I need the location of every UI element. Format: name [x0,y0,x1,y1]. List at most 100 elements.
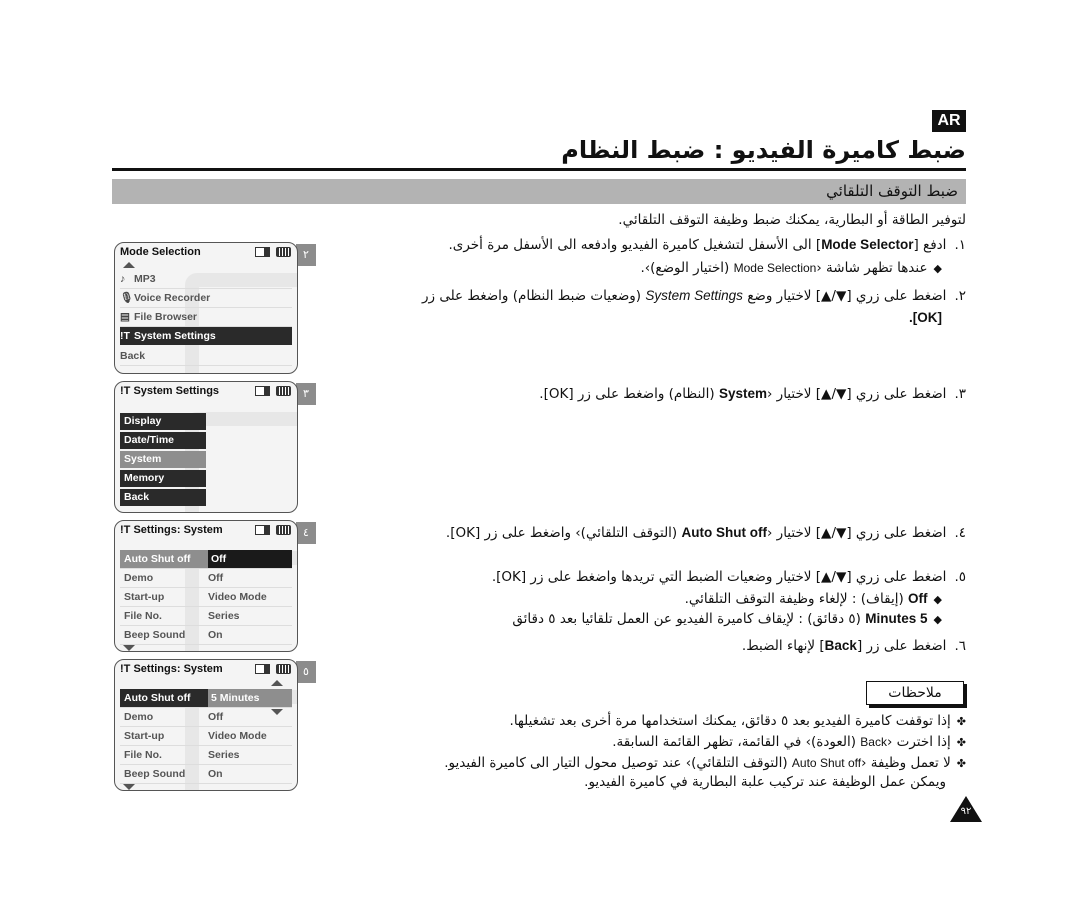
menu-item-voice-recorder[interactable]: 🎙Voice Recorder [120,289,292,308]
step-5-option-off: ◆ Off (إيقاف) : لإلغاء وظيفة التوقف التلق… [685,590,942,609]
note-text: (العودة)› في القائمة، تظهر القائمة الساب… [612,734,861,750]
settings-tools-icon: ǃT [120,330,130,342]
sub-text: (اختيار الوضع)›. [640,260,734,276]
battery-icon [276,247,291,257]
page-number: ٩٢ [960,806,972,817]
menu-item-label: System Settings [134,330,216,342]
note-3-line2: ويمكن عمل الوظيفة عند تركيب علبة البطاري… [584,774,946,790]
scroll-up-icon[interactable] [123,262,135,268]
memory-card-icon [255,386,270,396]
step-text: اضغط على زري [▼/▲] لاختيار وضع [742,288,947,304]
setting-label: Demo [124,711,154,723]
screen-title: ǃT Settings: System [120,663,223,675]
clover-bullet-icon: ✤ [956,757,966,770]
menu-item-date-time[interactable]: Date/Time [120,432,206,449]
step-italic: System Settings [645,288,743,303]
option-text: (إيقاف) : لإلغاء وظيفة التوقف التلقائي. [684,591,909,607]
option-name: Off [908,591,928,606]
setting-row-auto-shut-off[interactable]: Auto Shut off Off [120,550,292,569]
setting-label: File No. [124,749,162,761]
note-text: إذا اخترت ‹ [886,734,951,750]
step-bold: System [718,386,767,401]
screen-settings-system-off: ǃT Settings: System Auto Shut off Off Dem… [114,520,298,652]
clover-bullet-icon: ✤ [956,736,966,749]
menu-item-back[interactable]: Back [120,489,206,506]
menu-item-system-settings[interactable]: ǃT System Settings [120,327,292,345]
setting-value: Off [208,711,224,723]
setting-label: Auto Shut off [124,692,191,704]
menu-item-file-browser[interactable]: ▤ File Browser [120,308,292,327]
file-icon: ▤ [120,311,130,323]
notes-heading: ملاحظات [866,681,964,705]
setting-value: Video Mode [208,730,267,742]
setting-row-demo[interactable]: Demo Off [120,708,292,727]
microphone-icon: 🎙 [120,292,134,304]
step-bold: Auto Shut off [681,525,767,540]
setting-value: Series [208,749,240,761]
setting-row-file-no[interactable]: File No. Series [120,746,292,765]
step-text: (وضعيات ضبط النظام) واضغط على زر [421,288,646,304]
memory-card-icon [255,664,270,674]
setting-row-beep-sound[interactable]: Beep Sound On [120,765,292,784]
setting-value: On [208,629,223,641]
menu-item-label: Voice Recorder [134,292,211,304]
diamond-bullet-icon: ◆ [933,613,942,626]
menu-item-system[interactable]: System [120,451,206,468]
menu-item-label: Back [120,350,146,362]
setting-label: Start-up [124,730,165,742]
battery-icon [276,386,291,396]
note-text: إذا توقفت كاميرة الفيديو بعد ٥ دقائق، يم… [509,713,951,729]
setting-row-demo[interactable]: Demo Off [120,569,292,588]
setting-label: Beep Sound [124,629,186,641]
step-bold: Back [824,638,857,653]
battery-icon [276,525,291,535]
setting-row-start-up[interactable]: Start-up Video Mode [120,727,292,746]
step-text: (النظام) واضغط على زر [OK]. [539,386,719,402]
title-rule [112,168,966,171]
setting-label: File No. [124,610,162,622]
setting-value: Video Mode [208,591,267,603]
note-text: (التوقف التلقائي)› عند توصيل محول التيار… [444,755,792,771]
settings-tools-icon: ǃT [120,385,134,397]
menu-item-memory[interactable]: Memory [120,470,206,487]
step-2-line2: [OK]. [909,310,942,325]
setting-value[interactable]: 5 Minutes [208,689,292,707]
step-number: ١. [954,237,966,253]
step-bold: Mode Selector [821,237,914,252]
setting-row-start-up[interactable]: Start-up Video Mode [120,588,292,607]
step-4: ٤. اضغط على زري [▼/▲] لاختيار ‹Auto Shut … [446,524,966,542]
screen-step-badge: ٢ [296,244,316,266]
setting-label: Demo [124,572,154,584]
step-text: ادفع [ [913,237,947,253]
setting-row-auto-shut-off[interactable]: Auto Shut off 5 Minutes [120,689,292,708]
memory-card-icon [255,525,270,535]
note-en: Back [860,735,887,749]
page-title: ضبط كاميرة الفيديو : ضبط النظام [561,136,966,164]
scroll-down-icon[interactable] [123,784,135,790]
setting-row-file-no[interactable]: File No. Series [120,607,292,626]
step-5-option-5min: ◆ 5 Minutes (٥ دقائق) : لإيقاف كاميرة الف… [512,610,942,629]
diamond-bullet-icon: ◆ [933,262,942,275]
section-bar: ضبط التوقف التلقائي [112,179,966,204]
step-1: ١. ادفع [Mode Selector] الى الأسفل لتشغيل… [449,236,967,254]
setting-label: Beep Sound [124,768,186,780]
step-1-sub: ◆ عندها تظهر شاشة ‹Mode Selection (اختيار… [640,259,942,278]
setting-value[interactable]: Off [208,550,292,568]
step-5: ٥. اضغط على زري [▼/▲] لاختيار وضعيات الضب… [492,568,966,586]
value-up-icon[interactable] [271,680,283,686]
settings-tools-icon: ǃT [120,524,134,536]
setting-row-beep-sound[interactable]: Beep Sound On [120,626,292,645]
screen-settings-system-5min: ǃT Settings: System Auto Shut off 5 Minut… [114,659,298,791]
step-text: اضغط على زري [▼/▲] لاختيار ‹ [766,386,947,402]
setting-label: Start-up [124,591,165,603]
scroll-down-icon[interactable] [123,645,135,651]
menu-item-display[interactable]: Display [120,413,206,430]
menu-item-label: MP3 [134,273,156,285]
setting-value: Off [208,572,224,584]
menu-item-back[interactable]: Back [120,347,292,366]
note-en: Auto Shut off [791,756,862,770]
step-text: (التوقف التلقائي)› واضغط على زر [OK]. [445,525,682,541]
menu-item-mp3[interactable]: ♪ MP3 [120,270,292,289]
battery-icon [276,664,291,674]
note-3: ✤ لا تعمل وظيفة ‹Auto Shut off (التوقف ال… [444,754,966,773]
